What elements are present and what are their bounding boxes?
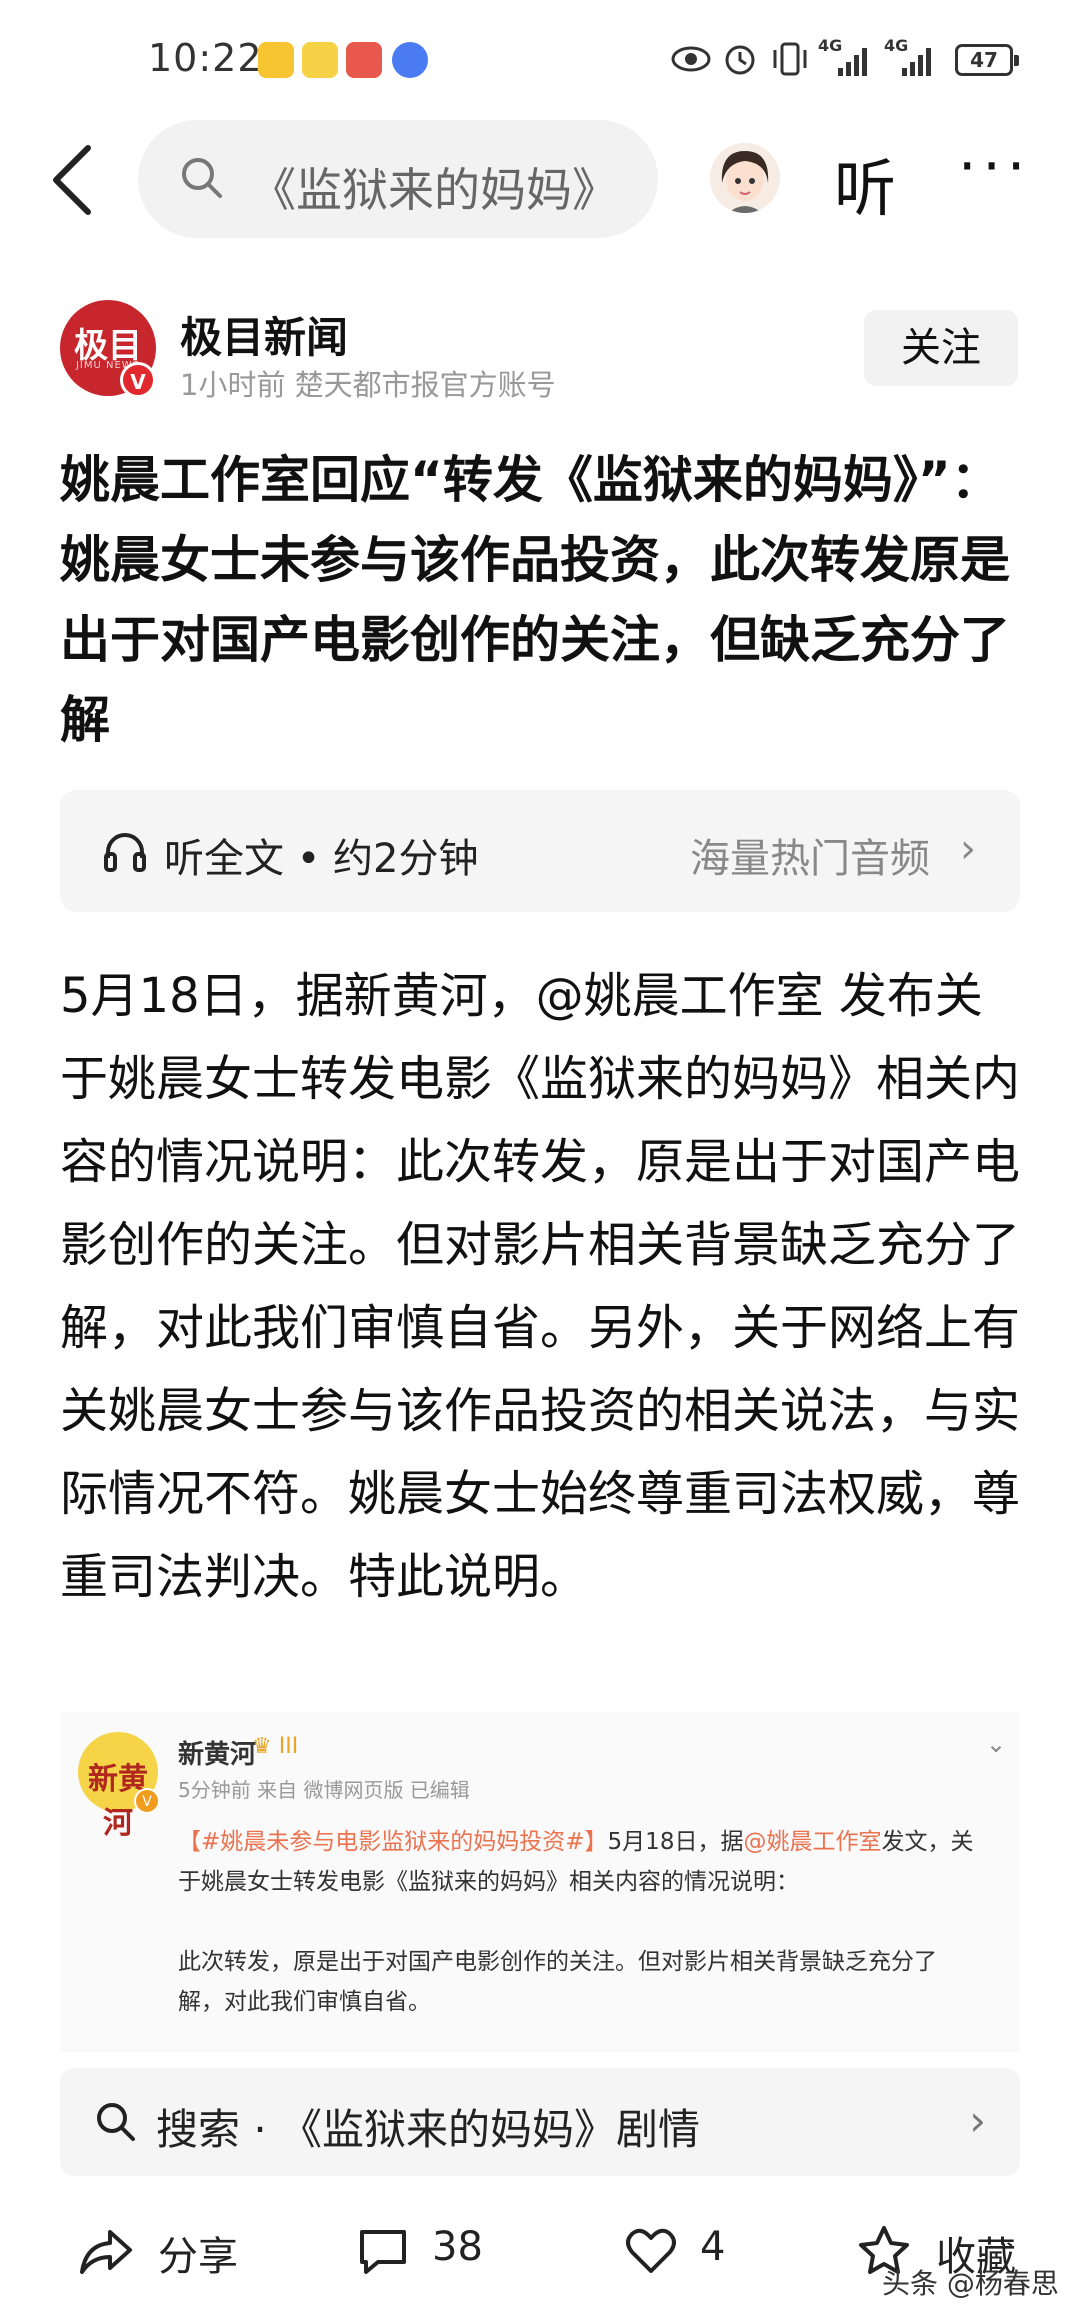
weibo-post-meta: 5分钟前 来自 微博网页版 已编辑 [178,1778,470,1802]
battery-icon: 47 [955,44,1019,76]
search-icon [182,158,222,198]
weibo-vip-badge-icon: ♛ III [252,1734,299,1759]
share-label: 分享 [158,2234,238,2280]
weibo-text-part-1: 5月18日，据 [607,1829,744,1855]
listen-full-text-bar[interactable]: 听全文 • 约2分钟 海量热门音频 › [60,790,1020,912]
related-search-bar[interactable]: 搜索 · 《监狱来的妈妈》剧情 › [60,2068,1020,2176]
publisher-name[interactable]: 极目新闻 [180,304,348,365]
listen-button[interactable]: 听 [834,138,896,228]
weibo-mention: @姚晨工作室 [743,1829,882,1855]
verified-badge-icon: V [120,362,156,398]
search-icon [97,2103,135,2141]
app-notification-icon [302,42,338,78]
user-avatar[interactable] [710,143,780,213]
vibrate-icon [773,42,807,76]
watermark: 头条 @杨春思 [882,2267,1059,2300]
status-bar: 10:22 4G 4G 47 [0,0,1080,120]
chevron-right-icon: › [969,2096,986,2145]
listen-full-text-label: 听全文 • 约2分钟 [164,836,479,882]
status-time: 10:22 [148,36,263,80]
weibo-hashtag: 【#姚晨未参与电影监狱来的妈妈投资#】 [178,1829,608,1855]
alarm-icon [725,45,755,75]
avatar-illustration-icon [710,143,780,213]
chevron-right-icon: › [960,826,976,872]
back-arrow-icon[interactable] [46,142,106,218]
hot-audio-link[interactable]: 海量热门音频 [690,826,930,884]
comment-count: 38 [432,2224,483,2270]
weibo-account-name: 新黄河 [178,1740,257,1770]
embedded-weibo-screenshot[interactable]: 新黄河 V 新黄河 ♛ III 5分钟前 来自 微博网页版 已编辑 ⌄ 【#姚晨… [60,1712,1020,2052]
comment-icon [360,2230,406,2274]
follow-button[interactable]: 关注 [864,310,1018,386]
like-count: 4 [700,2224,726,2270]
search-query: 《监狱来的妈妈》 [250,163,618,217]
signal-icon [838,48,867,76]
chevron-down-icon: ⌄ [986,1730,1007,1758]
more-button[interactable]: ··· [958,137,1031,195]
eye-icon [671,46,711,72]
article-body: 5月18日，据新黄河，@姚晨工作室 发布关于姚晨女士转发电影《监狱来的妈妈》相关… [60,968,1021,1605]
huawei-app-icon [346,42,382,78]
publish-meta: 1小时前 楚天都市报官方账号 [180,368,556,402]
headphone-icon [104,833,146,872]
search-bar[interactable]: 《监狱来的妈妈》 [138,120,658,238]
music-app-icon [392,42,428,78]
related-search-text: 搜索 · 《监狱来的妈妈》剧情 [156,2105,701,2154]
weibo-post-text: 【#姚晨未参与电影监狱来的妈妈投资#】5月18日，据@姚晨工作室发文，关于姚晨女… [178,1822,978,2022]
weibo-verified-icon: V [134,1788,160,1814]
weibo-app-icon [258,42,294,78]
signal-icon-2 [902,48,931,76]
heart-icon [626,2228,676,2273]
share-icon [80,2230,132,2274]
article-headline: 姚晨工作室回应“转发《监狱来的妈妈》”：姚晨女士未参与该作品投资，此次转发原是出… [60,451,1010,749]
weibo-text-part-3: 此次转发，原是出于对国产电影创作的关注。但对影片相关背景缺乏充分了解，对此我们审… [178,1949,937,2015]
